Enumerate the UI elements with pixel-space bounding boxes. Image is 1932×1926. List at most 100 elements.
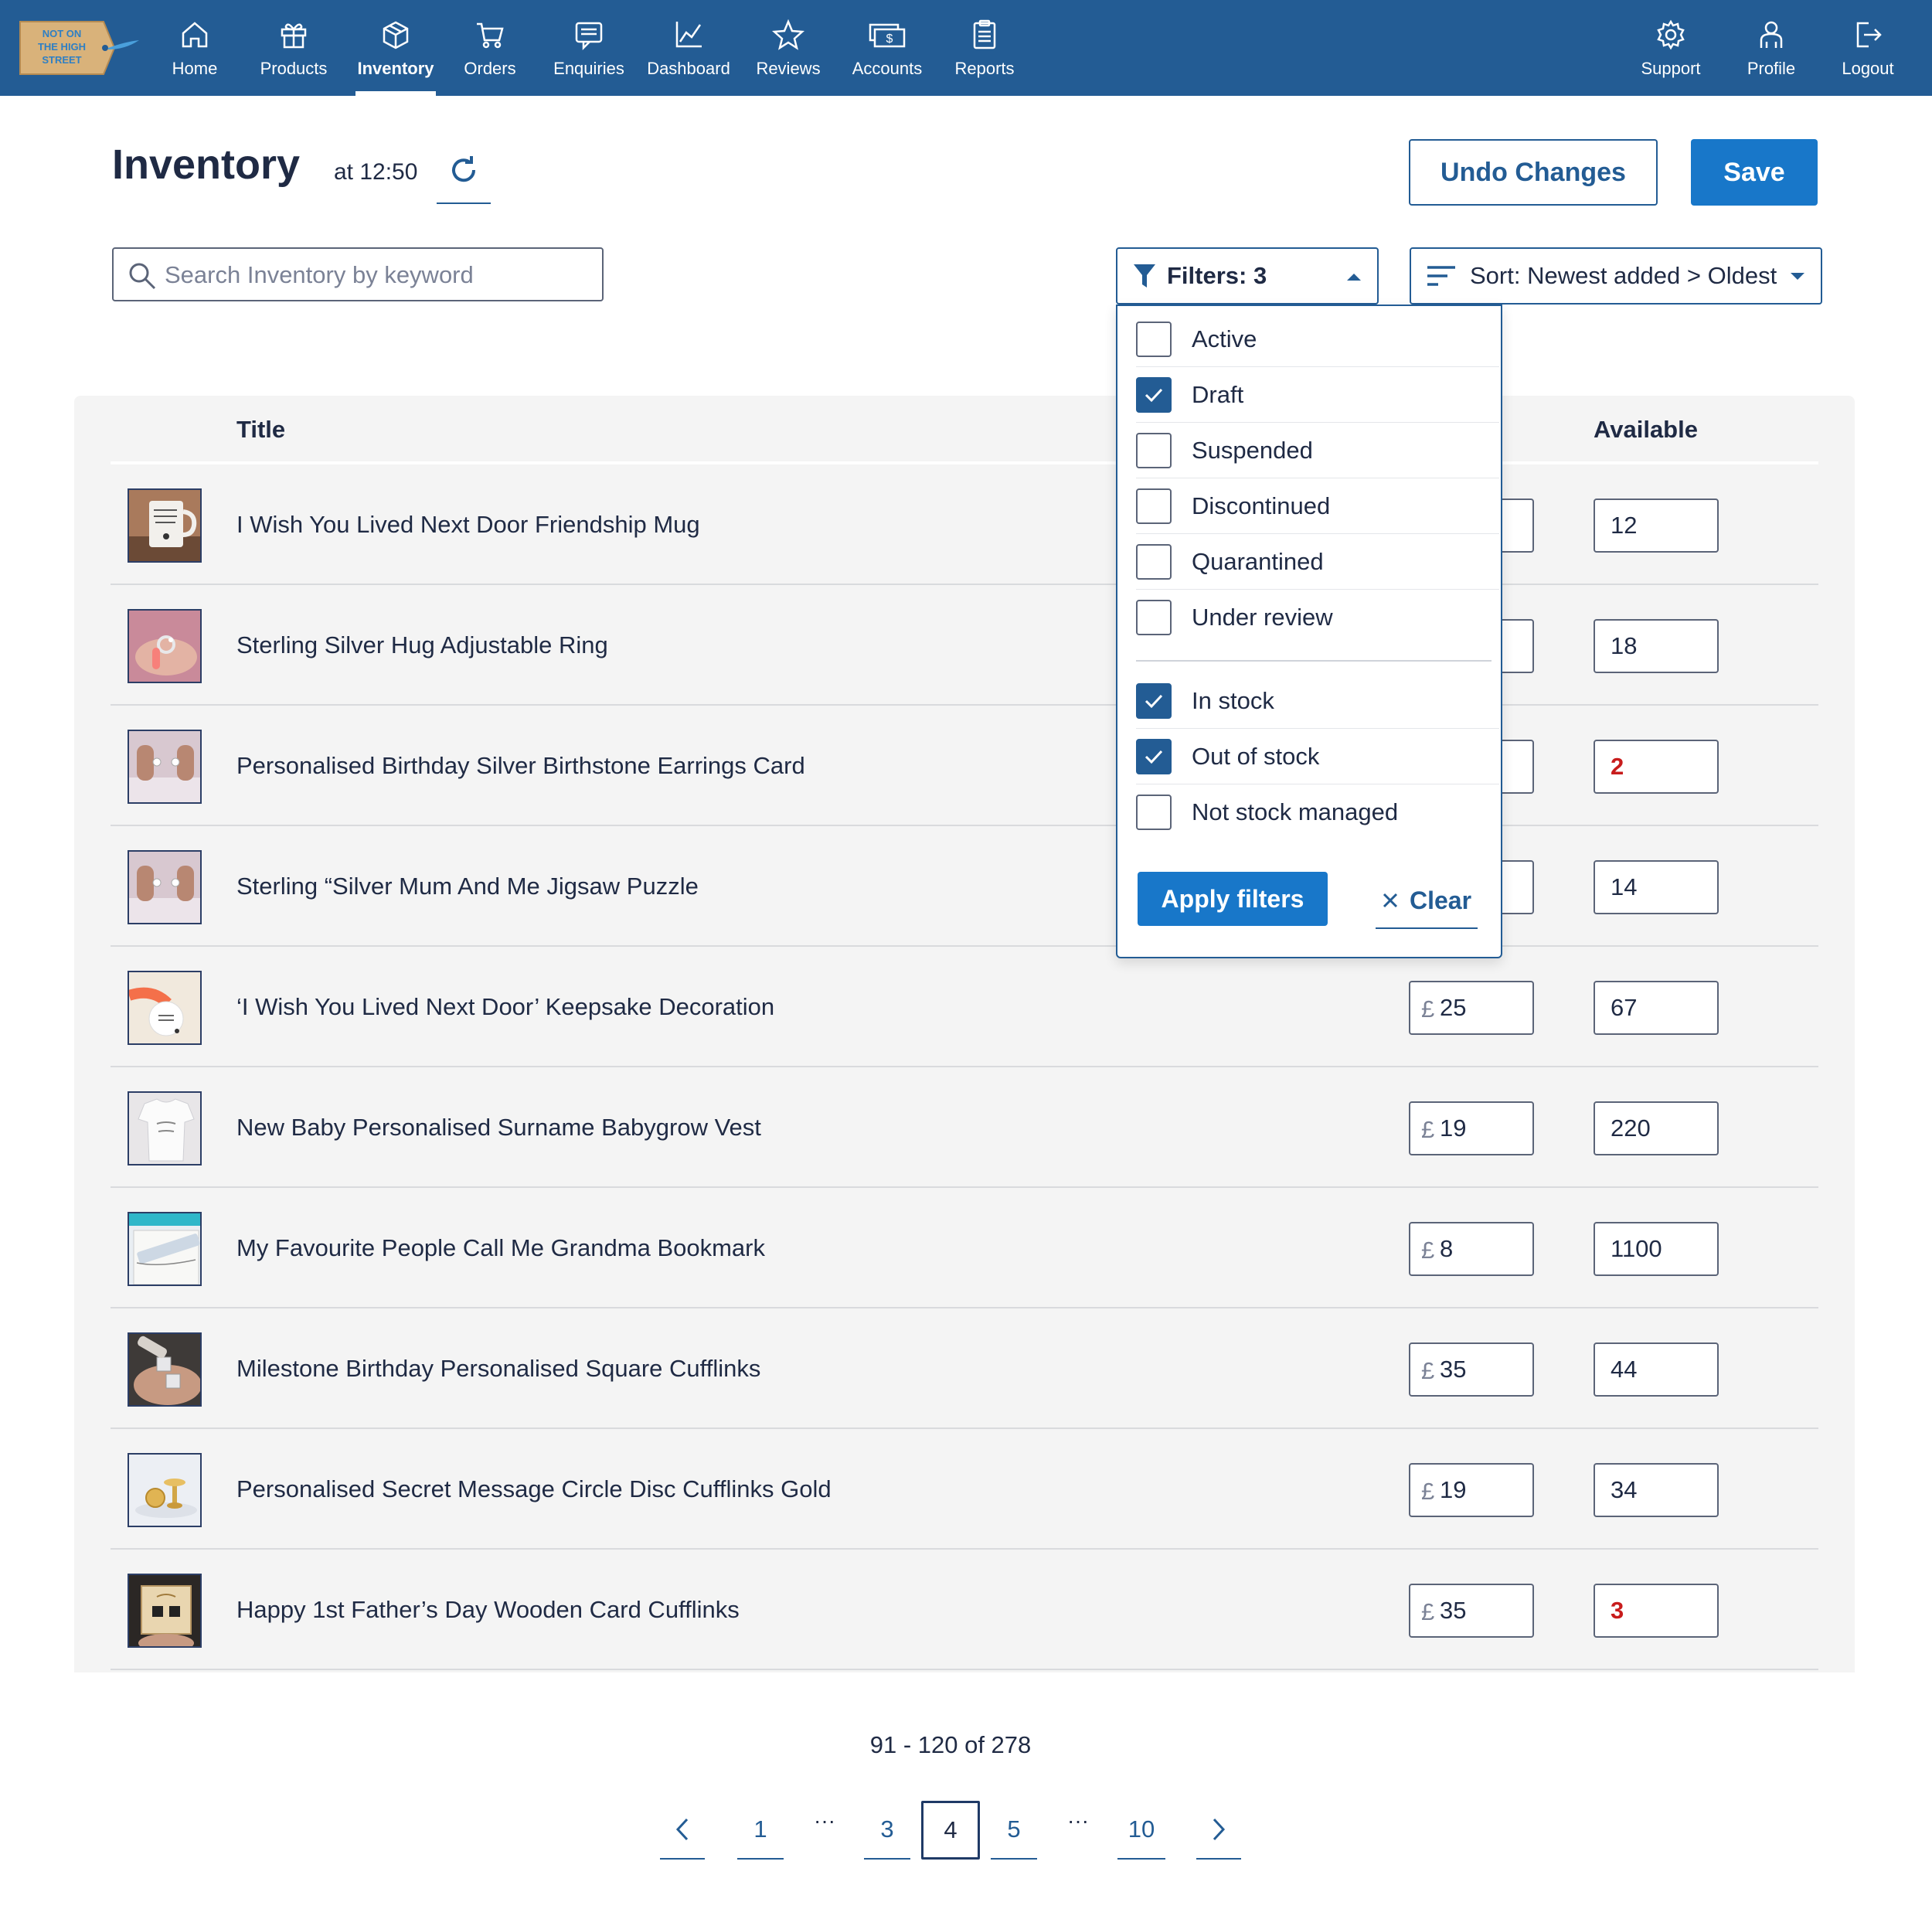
filter-option-draft[interactable]: Draft [1136, 371, 1476, 419]
next-page-button[interactable] [1196, 1801, 1241, 1860]
page-link[interactable]: 10 [1117, 1801, 1165, 1860]
checkbox[interactable] [1136, 322, 1172, 357]
price-input[interactable] [1440, 1352, 1525, 1387]
checkbox[interactable] [1136, 600, 1172, 635]
price-input[interactable] [1440, 1593, 1525, 1628]
checkbox-checked[interactable] [1136, 683, 1172, 719]
product-title[interactable]: My Favourite People Call Me Grandma Book… [236, 1234, 765, 1262]
product-thumbnail[interactable] [128, 850, 202, 924]
checkbox-checked[interactable] [1136, 739, 1172, 774]
product-thumbnail[interactable] [128, 609, 202, 683]
nav-orders[interactable]: Orders [462, 0, 518, 96]
price-input[interactable] [1440, 990, 1525, 1026]
price-field[interactable]: £ [1409, 981, 1534, 1035]
search-input[interactable] [165, 257, 590, 294]
product-title[interactable]: Personalised Secret Message Circle Disc … [236, 1475, 832, 1503]
available-field[interactable] [1594, 1222, 1719, 1276]
product-thumbnail[interactable] [128, 1212, 202, 1286]
previous-page-button[interactable] [660, 1801, 705, 1860]
product-title[interactable]: Milestone Birthday Personalised Square C… [236, 1355, 760, 1383]
available-field[interactable] [1594, 1342, 1719, 1397]
available-input[interactable] [1611, 508, 1711, 543]
available-field[interactable] [1594, 1101, 1719, 1155]
product-title[interactable]: Personalised Birthday Silver Birthstone … [236, 752, 805, 780]
available-input[interactable] [1611, 628, 1711, 664]
table-row: Personalised Secret Message Circle Disc … [111, 1429, 1818, 1550]
filter-option-under-review[interactable]: Under review [1136, 594, 1476, 641]
filters-toggle-button[interactable]: Filters: 3 [1116, 247, 1379, 305]
filter-option-suspended[interactable]: Suspended [1136, 427, 1476, 475]
nav-logout[interactable]: Logout [1841, 0, 1895, 96]
checkbox[interactable] [1136, 544, 1172, 580]
checkbox[interactable] [1136, 433, 1172, 468]
nav-support[interactable]: Support [1638, 0, 1703, 96]
brand-logo[interactable]: NOT ON THE HIGH STREET [17, 19, 141, 77]
product-thumbnail[interactable] [128, 1574, 202, 1648]
available-input[interactable] [1611, 869, 1711, 905]
available-field[interactable] [1594, 981, 1719, 1035]
nav-enquiries[interactable]: Enquiries [553, 0, 624, 96]
available-input[interactable] [1611, 990, 1711, 1026]
available-input[interactable] [1611, 1472, 1711, 1508]
price-field[interactable]: £ [1409, 1222, 1534, 1276]
product-title[interactable]: I Wish You Lived Next Door Friendship Mu… [236, 511, 700, 539]
product-thumbnail[interactable] [128, 1091, 202, 1165]
product-title[interactable]: Happy 1st Father’s Day Wooden Card Cuffl… [236, 1596, 740, 1624]
filter-option-not-stock-managed[interactable]: Not stock managed [1136, 788, 1476, 836]
sort-dropdown[interactable]: Sort: Newest added > Oldest [1410, 247, 1822, 305]
nav-home[interactable]: Home [164, 0, 226, 96]
refresh-button[interactable] [437, 148, 491, 204]
product-title[interactable]: ‘I Wish You Lived Next Door’ Keepsake De… [236, 993, 774, 1021]
filter-option-active[interactable]: Active [1136, 315, 1476, 363]
nav-inventory[interactable]: Inventory [355, 0, 436, 96]
checkbox[interactable] [1136, 795, 1172, 830]
available-field[interactable] [1594, 860, 1719, 914]
filter-option-quarantined[interactable]: Quarantined [1136, 538, 1476, 586]
price-field[interactable]: £ [1409, 1584, 1534, 1638]
price-field[interactable]: £ [1409, 1463, 1534, 1517]
price-input[interactable] [1440, 1472, 1525, 1508]
product-title[interactable]: Sterling “Silver Mum And Me Jigsaw Puzzl… [236, 873, 699, 900]
nav-products[interactable]: Products [255, 0, 332, 96]
available-field[interactable] [1594, 740, 1719, 794]
price-field[interactable]: £ [1409, 1101, 1534, 1155]
checkbox[interactable] [1136, 488, 1172, 524]
filter-option-discontinued[interactable]: Discontinued [1136, 482, 1476, 530]
product-thumbnail[interactable] [128, 1453, 202, 1527]
current-page[interactable]: 4 [921, 1801, 980, 1860]
product-thumbnail[interactable] [128, 488, 202, 563]
undo-changes-button[interactable]: Undo Changes [1409, 139, 1658, 206]
price-input[interactable] [1440, 1231, 1525, 1267]
price-field[interactable]: £ [1409, 1342, 1534, 1397]
product-thumbnail[interactable] [128, 1332, 202, 1407]
nav-dashboard[interactable]: Dashboard [647, 0, 730, 96]
clear-filters-button[interactable]: Clear [1376, 873, 1478, 929]
nav-accounts[interactable]: $ Accounts [850, 0, 924, 96]
available-field[interactable] [1594, 499, 1719, 553]
available-field[interactable] [1594, 619, 1719, 673]
nav-reviews[interactable]: Reviews [756, 0, 821, 96]
price-input[interactable] [1440, 1111, 1525, 1146]
nav-profile[interactable]: Profile [1745, 0, 1798, 96]
nav-reports[interactable]: Reports [954, 0, 1015, 96]
page-link[interactable]: 1 [737, 1801, 784, 1860]
top-navigation-bar: NOT ON THE HIGH STREET Home Products Inv… [0, 0, 1932, 96]
available-input-low-stock[interactable] [1611, 749, 1711, 784]
available-field[interactable] [1594, 1584, 1719, 1638]
available-input-low-stock[interactable] [1611, 1593, 1711, 1628]
product-title[interactable]: Sterling Silver Hug Adjustable Ring [236, 631, 608, 659]
product-thumbnail[interactable] [128, 730, 202, 804]
available-input[interactable] [1611, 1111, 1711, 1146]
available-input[interactable] [1611, 1231, 1711, 1267]
apply-filters-button[interactable]: Apply filters [1138, 872, 1328, 926]
filter-option-in-stock[interactable]: In stock [1136, 677, 1476, 725]
filter-option-out-of-stock[interactable]: Out of stock [1136, 733, 1476, 781]
page-link[interactable]: 3 [864, 1801, 910, 1860]
available-field[interactable] [1594, 1463, 1719, 1517]
product-thumbnail[interactable] [128, 971, 202, 1045]
save-button[interactable]: Save [1691, 139, 1818, 206]
page-link[interactable]: 5 [991, 1801, 1037, 1860]
product-title[interactable]: New Baby Personalised Surname Babygrow V… [236, 1114, 761, 1142]
available-input[interactable] [1611, 1352, 1711, 1387]
checkbox-checked[interactable] [1136, 377, 1172, 413]
